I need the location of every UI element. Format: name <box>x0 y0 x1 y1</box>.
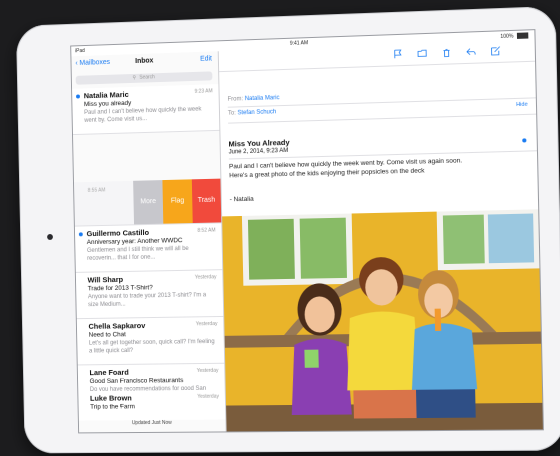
unread-dot <box>78 232 83 237</box>
kids-photo-attachment[interactable] <box>222 209 543 432</box>
from-line: From: Natalia Maric <box>228 95 280 103</box>
message-body: Paul and I can't believe how quickly the… <box>228 157 463 180</box>
sender: Guillermo Castillo <box>86 227 150 239</box>
preview: Paul and I can't believe how quickly the… <box>84 106 202 124</box>
list-item[interactable]: Chella Sapkarov Yesterday Need to Chat L… <box>76 316 225 366</box>
updated-status: Updated Just Now <box>131 419 172 427</box>
sender: Lane Foard <box>89 367 129 378</box>
to-name[interactable]: Stefan Schuch <box>237 109 276 116</box>
unread-dot <box>76 94 80 99</box>
time: Yesterday <box>196 367 219 374</box>
subject: Need to Chat <box>88 331 126 339</box>
list-item[interactable]: Guillermo Castillo 8:52 AM Anniversary y… <box>74 223 223 273</box>
time: Yesterday <box>194 274 217 281</box>
sender: Will Sharp <box>87 274 124 285</box>
search-placeholder: Search <box>139 74 155 81</box>
time: Yesterday <box>195 321 218 328</box>
flag-icon[interactable] <box>393 49 403 59</box>
list-item[interactable]: Luke Brown Yesterday Trip to the Farm <box>78 389 226 421</box>
from-label: From: <box>227 96 244 103</box>
flag-button[interactable]: Flag <box>162 179 193 224</box>
battery-percent: 100% <box>500 33 514 40</box>
preview: Anyone want to trade your 2013 T-shirt? … <box>87 292 207 309</box>
list-item[interactable]: Natalia Maric 9:23 AM Miss you already P… <box>72 84 220 136</box>
trash-button[interactable]: Trash <box>191 178 222 224</box>
preview: Gentlemen and I still think we will all … <box>86 245 189 262</box>
to-line: To: Stefan Schuch <box>228 109 276 116</box>
subject: Trip to the Farm <box>90 403 135 411</box>
time: 8:52 AM <box>197 227 216 234</box>
to-label: To: <box>227 110 236 117</box>
inbox-title: Inbox <box>135 57 154 66</box>
screen: iPad 9:41 AM 100% ‹ Mailboxes Inbox Edit… <box>70 29 544 434</box>
reply-icon[interactable] <box>466 46 476 56</box>
subject: Trade for 2013 T-Shirt? <box>87 284 153 293</box>
sender: Luke Brown <box>89 393 132 403</box>
battery-indicator: 100% <box>500 32 529 40</box>
battery-icon <box>516 32 529 39</box>
message-list-pane: ‹ Mailboxes Inbox Edit ⚲ Search Natalia … <box>71 51 227 433</box>
message-subject: Miss You Already <box>228 137 290 149</box>
preview: Let's all get together soon, quick call?… <box>88 338 215 355</box>
sender: Chella Sapkarov <box>88 321 146 331</box>
time: Yesterday <box>197 393 220 400</box>
subject: Good San Francisco Restaurants <box>89 377 184 386</box>
message-detail-pane: From: Natalia Maric To: Stefan Schuch Hi… <box>218 40 543 432</box>
inbox-nav-bar: ‹ Mailboxes Inbox Edit <box>71 51 218 74</box>
unread-dot <box>522 138 527 143</box>
list-item[interactable]: Will Sharp Yesterday Trade for 2013 T-Sh… <box>75 270 224 320</box>
edit-button[interactable]: Edit <box>200 55 212 62</box>
ipad-device: iPad 9:41 AM 100% ‹ Mailboxes Inbox Edit… <box>15 5 560 454</box>
compose-icon[interactable] <box>490 46 500 56</box>
trash-icon[interactable] <box>441 47 451 57</box>
swipe-time: 8:55 AM <box>87 187 106 194</box>
search-icon: ⚲ <box>132 74 137 81</box>
front-camera <box>47 233 53 240</box>
hide-button[interactable]: Hide <box>516 102 528 108</box>
sender: Natalia Maric <box>83 89 129 101</box>
more-button[interactable]: More <box>133 180 164 225</box>
from-name[interactable]: Natalia Maric <box>245 95 280 102</box>
search-input[interactable]: ⚲ Search <box>75 71 213 85</box>
swiped-message-row[interactable]: 8:55 AM More Flag Trash <box>73 178 222 227</box>
time: 9:23 AM <box>194 88 213 95</box>
folder-icon[interactable] <box>417 48 427 58</box>
message-signature: - Natalia <box>229 195 254 204</box>
message-date: June 2, 2014, 9:23 AM <box>228 147 289 156</box>
